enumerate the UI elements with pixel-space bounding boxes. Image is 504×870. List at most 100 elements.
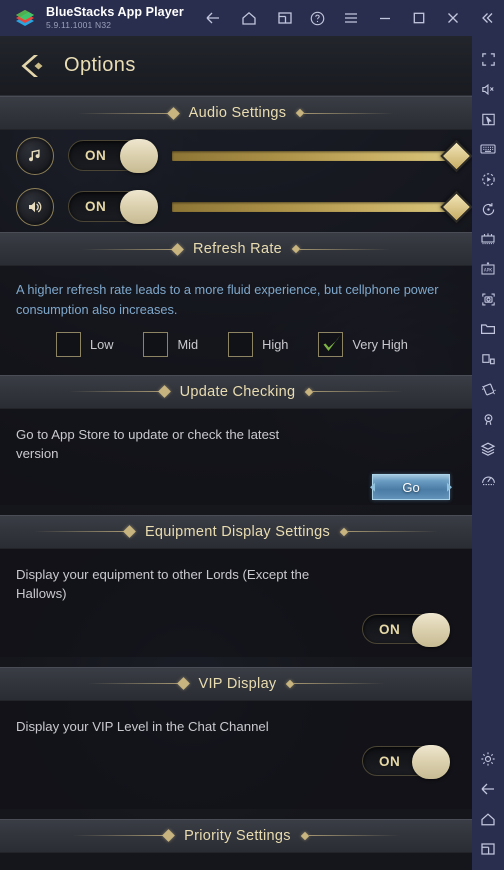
vip-display-description: Display your VIP Level in the Chat Chann… (16, 718, 269, 734)
game-viewport: Options Audio Settings ON ON Refresh Rat… (0, 36, 472, 870)
back-icon[interactable] (475, 774, 501, 804)
sound-slider-handle[interactable] (440, 190, 472, 223)
section-title-refresh-rate: Refresh Rate (192, 241, 283, 257)
section-header-vip-display: VIP Display (0, 666, 472, 701)
update-checking-description: Go to App Store to update or check the l… (16, 426, 280, 462)
fullscreen-icon[interactable] (475, 44, 501, 74)
bluestacks-window: BlueStacks App Player 5.9.11.1001 N32 Op… (0, 0, 504, 870)
ornament-left (68, 385, 171, 399)
recent-apps-icon[interactable] (475, 834, 501, 864)
music-volume-slider[interactable] (172, 139, 472, 172)
equipment-display-actions: ON (0, 604, 472, 660)
music-slider-track[interactable] (172, 139, 472, 172)
pointer-icon[interactable] (475, 104, 501, 134)
checkbox-high[interactable] (228, 331, 254, 357)
speaker-icon[interactable] (16, 187, 54, 226)
options-page-header: Options (0, 36, 472, 96)
ornament-left (87, 677, 190, 691)
checkbox-label-mid: Mid (177, 336, 199, 352)
titlebar-nav-icons (202, 7, 296, 29)
music-setting-row: ON (0, 130, 472, 181)
ornament-left (73, 829, 176, 843)
section-title-equipment-display: Equipment Display Settings (144, 523, 331, 540)
page-title: Options (64, 54, 136, 76)
ornament-left (81, 242, 184, 256)
install-apk-icon[interactable]: APK (475, 254, 501, 284)
music-toggle-knob (120, 139, 158, 173)
multi-instance-icon[interactable] (475, 224, 501, 254)
go-button[interactable]: Go (372, 474, 450, 501)
checkbox-low[interactable] (56, 331, 81, 357)
options-scroll-area[interactable]: Audio Settings ON ON Refresh Rate A high… (0, 96, 472, 870)
shake-icon[interactable] (475, 374, 501, 404)
equipment-display-description: Display your equipment to other Lords (E… (16, 566, 310, 602)
sound-toggle-label: ON (85, 199, 107, 214)
checkbox-mid[interactable] (143, 331, 169, 357)
layers-icon[interactable] (475, 434, 501, 464)
device-view-icon[interactable] (475, 344, 501, 374)
menu-icon[interactable] (340, 7, 362, 29)
refresh-option-low[interactable]: Low (56, 331, 114, 357)
section-title-priority-settings: Priority Settings (184, 827, 291, 844)
home-icon[interactable] (238, 7, 260, 29)
bluestacks-logo-icon (12, 5, 38, 31)
music-slider-handle[interactable] (440, 139, 472, 172)
location-icon[interactable] (475, 404, 501, 434)
refresh-option-very-high[interactable]: Very High (318, 331, 408, 357)
refresh-option-mid[interactable]: Mid (143, 331, 199, 357)
home-icon[interactable] (475, 804, 501, 834)
titlebar-window-controls (306, 7, 498, 29)
equipment-toggle-label: ON (379, 621, 401, 637)
vip-display-toggle[interactable]: ON (362, 745, 450, 780)
app-title-block: BlueStacks App Player 5.9.11.1001 N32 (46, 6, 184, 29)
checkbox-very-high[interactable] (318, 331, 344, 357)
collapse-sidebar-icon[interactable] (476, 7, 498, 29)
close-icon[interactable] (442, 7, 464, 29)
back-icon[interactable] (202, 7, 224, 29)
section-header-equipment-display: Equipment Display Settings (0, 514, 472, 549)
performance-icon[interactable] (475, 464, 501, 494)
refresh-option-high[interactable]: High (228, 331, 288, 357)
section-header-refresh-rate: Refresh Rate (0, 232, 472, 266)
settings-gear-icon[interactable] (475, 744, 501, 774)
equipment-display-toggle[interactable]: ON (362, 613, 450, 648)
bluestacks-sidebar: APK (472, 36, 504, 870)
ornament-right (286, 679, 385, 688)
keyboard-icon[interactable] (475, 134, 501, 164)
refresh-rate-description: A higher refresh rate leads to a more fl… (16, 282, 439, 317)
mute-icon[interactable] (475, 74, 501, 104)
sound-volume-slider[interactable] (172, 190, 472, 223)
ornament-right (305, 387, 404, 396)
music-toggle[interactable]: ON (68, 139, 158, 173)
vip-toggle-knob (412, 745, 450, 780)
section-body-update-checking: Go to App Store to update or check the l… (0, 408, 472, 505)
sound-setting-row: ON (0, 181, 472, 232)
vip-display-actions: ON (0, 736, 472, 792)
back-chevron-icon[interactable] (14, 47, 52, 85)
section-header-priority-settings: Priority Settings (0, 818, 472, 853)
ornament-left (33, 525, 136, 539)
update-checking-actions: Go (0, 464, 472, 516)
help-icon[interactable] (306, 7, 328, 29)
minimize-icon[interactable] (374, 7, 396, 29)
vip-toggle-label: ON (379, 753, 401, 769)
checkbox-label-very-high: Very High (352, 336, 408, 352)
section-header-audio: Audio Settings (0, 96, 472, 130)
equipment-toggle-knob (412, 613, 450, 648)
media-manager-icon[interactable] (475, 314, 501, 344)
checkbox-label-low: Low (90, 336, 114, 352)
music-note-icon[interactable] (16, 136, 54, 175)
macro-recorder-icon[interactable] (475, 164, 501, 194)
rotate-icon[interactable] (475, 194, 501, 224)
music-toggle-label: ON (85, 148, 107, 163)
sound-toggle[interactable]: ON (68, 190, 158, 224)
recent-apps-icon[interactable] (274, 7, 296, 29)
section-header-update-checking: Update Checking (0, 374, 472, 409)
maximize-icon[interactable] (408, 7, 430, 29)
window-body: Options Audio Settings ON ON Refresh Rat… (0, 36, 504, 870)
screenshot-icon[interactable] (475, 284, 501, 314)
sound-slider-track[interactable] (172, 190, 472, 223)
sound-toggle-knob (120, 190, 158, 224)
section-body-vip-display: Display your VIP Level in the Chat Chann… (0, 700, 472, 809)
